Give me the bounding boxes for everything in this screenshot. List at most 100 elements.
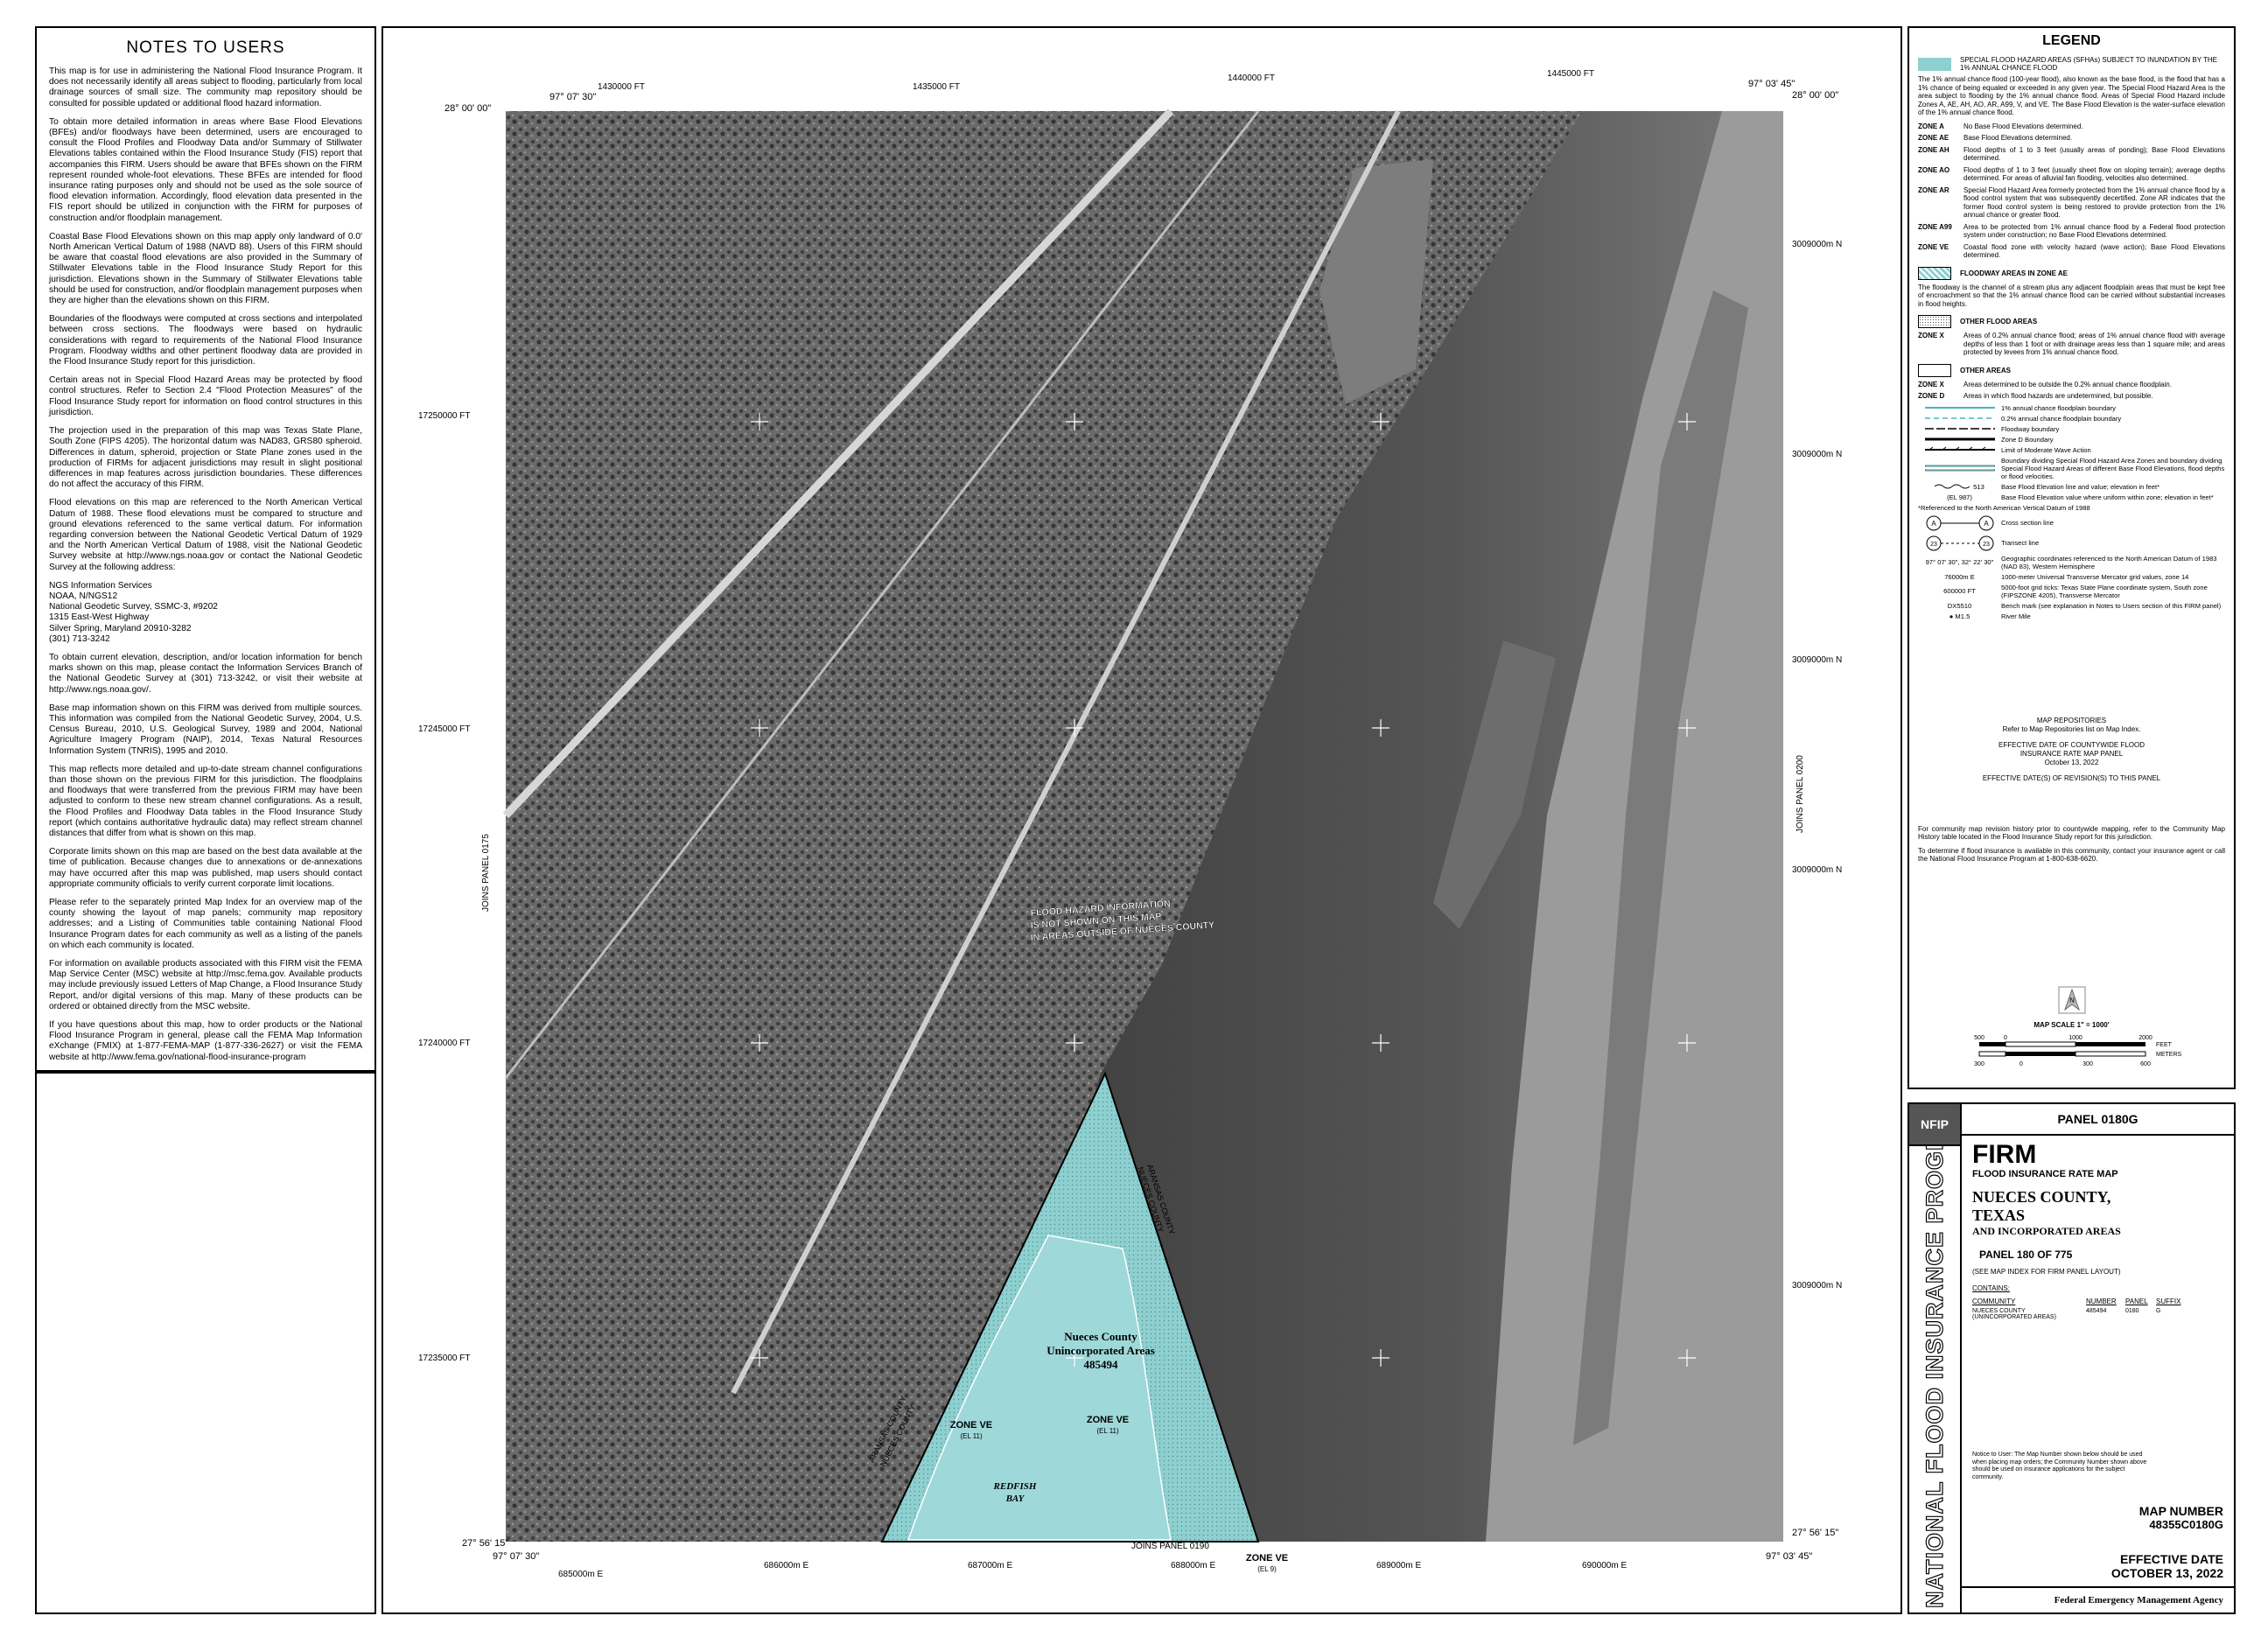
note-p11: Corporate limits shown on this map are b… [49, 847, 362, 889]
col-community: COMMUNITY [1972, 1298, 2016, 1305]
zone-row: ZONE A No Base Flood Elevations determine… [1918, 122, 2225, 131]
zone-row: ZONE A99 Area to be protected from 1% ann… [1918, 223, 2225, 240]
zone-row: ZONE X Areas determined to be outside the… [1918, 381, 2225, 389]
note-p7: Flood elevations on this map are referen… [49, 498, 362, 572]
addr-line: (301) 713-3242 [49, 633, 110, 644]
cell-community-sub: (UNINCORPORATED AREAS) [1972, 1314, 2056, 1320]
bfe-el-text: Base Flood Elevation value where uniform… [2001, 493, 2214, 501]
panel-of-total: PANEL 180 OF 775 [1979, 1249, 2073, 1261]
bottom-grid-label: 687000m E [968, 1561, 1012, 1571]
scale-ft-label: 1000 [2068, 1035, 2082, 1041]
bfe-line-text: Base Flood Elevation line and value; ele… [2001, 482, 2160, 491]
zone-elevation: (EL 9) [1257, 1565, 1277, 1573]
corner-bl-lon: 97° 07' 30" [493, 1551, 539, 1562]
map-number: 48355C0180G [2149, 1518, 2223, 1531]
right-grid-label: 3009000m N [1792, 1281, 1842, 1291]
geo-coord-row: 97° 07' 30", 32° 22' 30" Geographic coord… [1918, 555, 2225, 570]
zone-label: ZONE VE [950, 1420, 992, 1431]
legend-panel: LEGEND SPECIAL FLOOD HAZARD AREAS (SFHAs… [1908, 26, 2236, 1089]
zone-text: Flood depths of 1 to 3 feet (usually she… [1964, 165, 2225, 183]
river-mile-symbol: ● M1.5 [1949, 612, 1970, 620]
other-areas-swatch [1918, 363, 1951, 377]
zone-text: Coastal flood zone with velocity hazard … [1964, 242, 2225, 260]
cross-section-symbol: AA [1918, 514, 2001, 532]
bottom-grid-label: 688000m E [1171, 1561, 1215, 1571]
zone-row: ZONE VE Coastal flood zone with velocity … [1918, 243, 2225, 260]
nfip-badge: NFIP [1909, 1104, 1960, 1146]
addr-line: NGS Information Services [49, 580, 152, 591]
zone-key: ZONE AR [1918, 185, 1950, 194]
line-symbol [1918, 464, 2001, 472]
panel-number-header: PANEL 0180G [1962, 1104, 2234, 1136]
zone-elevation: (EL 11) [1096, 1427, 1119, 1435]
line-symbol-text: Boundary dividing Special Flood Hazard A… [2001, 456, 2225, 480]
right-grid-label: 3009000m N [1792, 240, 1842, 249]
eff-line: INSURANCE RATE MAP PANEL [2020, 749, 2124, 758]
line-symbol-text: Limit of Moderate Wave Action [2001, 445, 2091, 454]
sfha-legend-row: SPECIAL FLOOD HAZARD AREAS (SFHAs) SUBJE… [1918, 56, 2225, 72]
bench-mark-row: DX5510 Bench mark (see explanation in Not… [1918, 602, 2225, 610]
zone-text: Areas of 0.2% annual chance flood; areas… [1964, 332, 2225, 356]
line-symbol-row: Zone D Boundary [1918, 436, 2225, 444]
zone-list: ZONE A No Base Flood Elevations determine… [1909, 122, 2234, 260]
zone-text: Area to be protected from 1% annual chan… [1964, 222, 2225, 240]
svg-text:A: A [1931, 520, 1936, 528]
line-symbol [1918, 426, 2001, 431]
line-symbol [1918, 446, 2001, 453]
cell-number: 485494 [2086, 1308, 2107, 1314]
cross-section-text: Cross section line [2001, 519, 2054, 527]
left-grid-label: 17245000 FT [418, 724, 471, 734]
note-p6: The projection used in the preparation o… [49, 426, 362, 490]
svg-text:N: N [2069, 997, 2075, 1004]
line-symbol-row: Floodway boundary [1918, 425, 2225, 433]
zone-text: No Base Flood Elevations determined. [1964, 122, 2083, 130]
zone-text: Special Flood Hazard Area formerly prote… [1964, 185, 2225, 220]
zone-label: ZONE VE [1087, 1415, 1129, 1425]
map-number-label: MAP NUMBER [2138, 1504, 2223, 1518]
top-grid-label: 1445000 FT [1547, 69, 1594, 79]
zone-row: ZONE AR Special Flood Hazard Area formerl… [1918, 186, 2225, 220]
zone-row: ZONE AH Flood depths of 1 to 3 feet (usua… [1918, 146, 2225, 163]
north-arrow-icon: N [1909, 985, 2234, 1019]
notes-blank-panel [35, 1072, 376, 1614]
effective-date: OCTOBER 13, 2022 [2110, 1566, 2223, 1580]
scale-m-label: 300 [1974, 1061, 1984, 1067]
left-grid-label: 17240000 FT [418, 1039, 471, 1048]
col-number: NUMBER [2086, 1298, 2117, 1305]
bench-mark-symbol: DX5510 [1947, 601, 1972, 610]
other-flood-legend-row: OTHER FLOOD AREAS [1918, 315, 2225, 328]
other-areas-head: OTHER AREAS [1960, 366, 2011, 374]
line-symbol-text: Zone D Boundary [2001, 435, 2054, 444]
bottom-grid-label: 690000m E [1582, 1561, 1627, 1571]
joins-bottom-label: JOINS PANEL 0190 [1131, 1542, 1209, 1551]
map-svg[interactable]: 97° 07' 30" 28° 00' 00" 97° 03' 45" 28° … [383, 28, 1900, 1613]
right-grid-label: 3009000m N [1792, 865, 1842, 875]
program-name: NATIONAL FLOOD INSURANCE PROGRAM [1922, 1146, 1948, 1608]
water-body-name: BAY [1005, 1494, 1026, 1504]
svg-text:23: 23 [1983, 542, 1990, 548]
line-symbol-text: Floodway boundary [2001, 424, 2060, 433]
zone-row: ZONE AO Flood depths of 1 to 3 feet (usua… [1918, 166, 2225, 183]
ref-note: *Referenced to the North American Vertic… [1918, 503, 2090, 512]
note-p2: To obtain more detailed information in a… [49, 116, 362, 223]
bfe-value: 513 [1973, 482, 1984, 491]
repositories-note: MAP REPOSITORIES Refer to Map Repositori… [1927, 717, 2216, 734]
corner-tr-lat: 28° 00' 00" [1792, 90, 1838, 101]
community-table-row: NUECES COUNTY (UNINCORPORATED AREAS) 4854… [1972, 1308, 2223, 1320]
zone-text: Base Flood Elevations determined. [1964, 134, 2073, 142]
zone-text: Areas in which flood hazards are undeter… [1964, 392, 2153, 400]
bfe-line-row: 513 Base Flood Elevation line and value; … [1918, 483, 2225, 491]
water-body-name: REDFISH [993, 1481, 1037, 1492]
zone-row: ZONE AE Base Flood Elevations determined. [1918, 134, 2225, 143]
zone-label: ZONE VE [1246, 1553, 1288, 1564]
legend-title: LEGEND [2042, 33, 2101, 48]
utm-text: 1000-meter Universal Transverse Mercator… [2001, 572, 2189, 581]
line-symbol-row: 0.2% annual chance floodplain boundary [1918, 415, 2225, 423]
sfha-description: The 1% annual chance flood (100-year flo… [1918, 75, 2225, 116]
repos-line: MAP REPOSITORIES [2036, 716, 2107, 724]
scale-ft-unit: FEET [2156, 1042, 2173, 1048]
title-block: NFIP NATIONAL FLOOD INSURANCE PROGRAM PA… [1908, 1094, 2236, 1614]
utm-row: 76000m E 1000-meter Universal Transverse … [1918, 573, 2225, 581]
floodway-legend-row: FLOODWAY AREAS IN ZONE AE [1918, 266, 2225, 280]
addr-line: NOAA, N/NGS12 [49, 591, 118, 601]
